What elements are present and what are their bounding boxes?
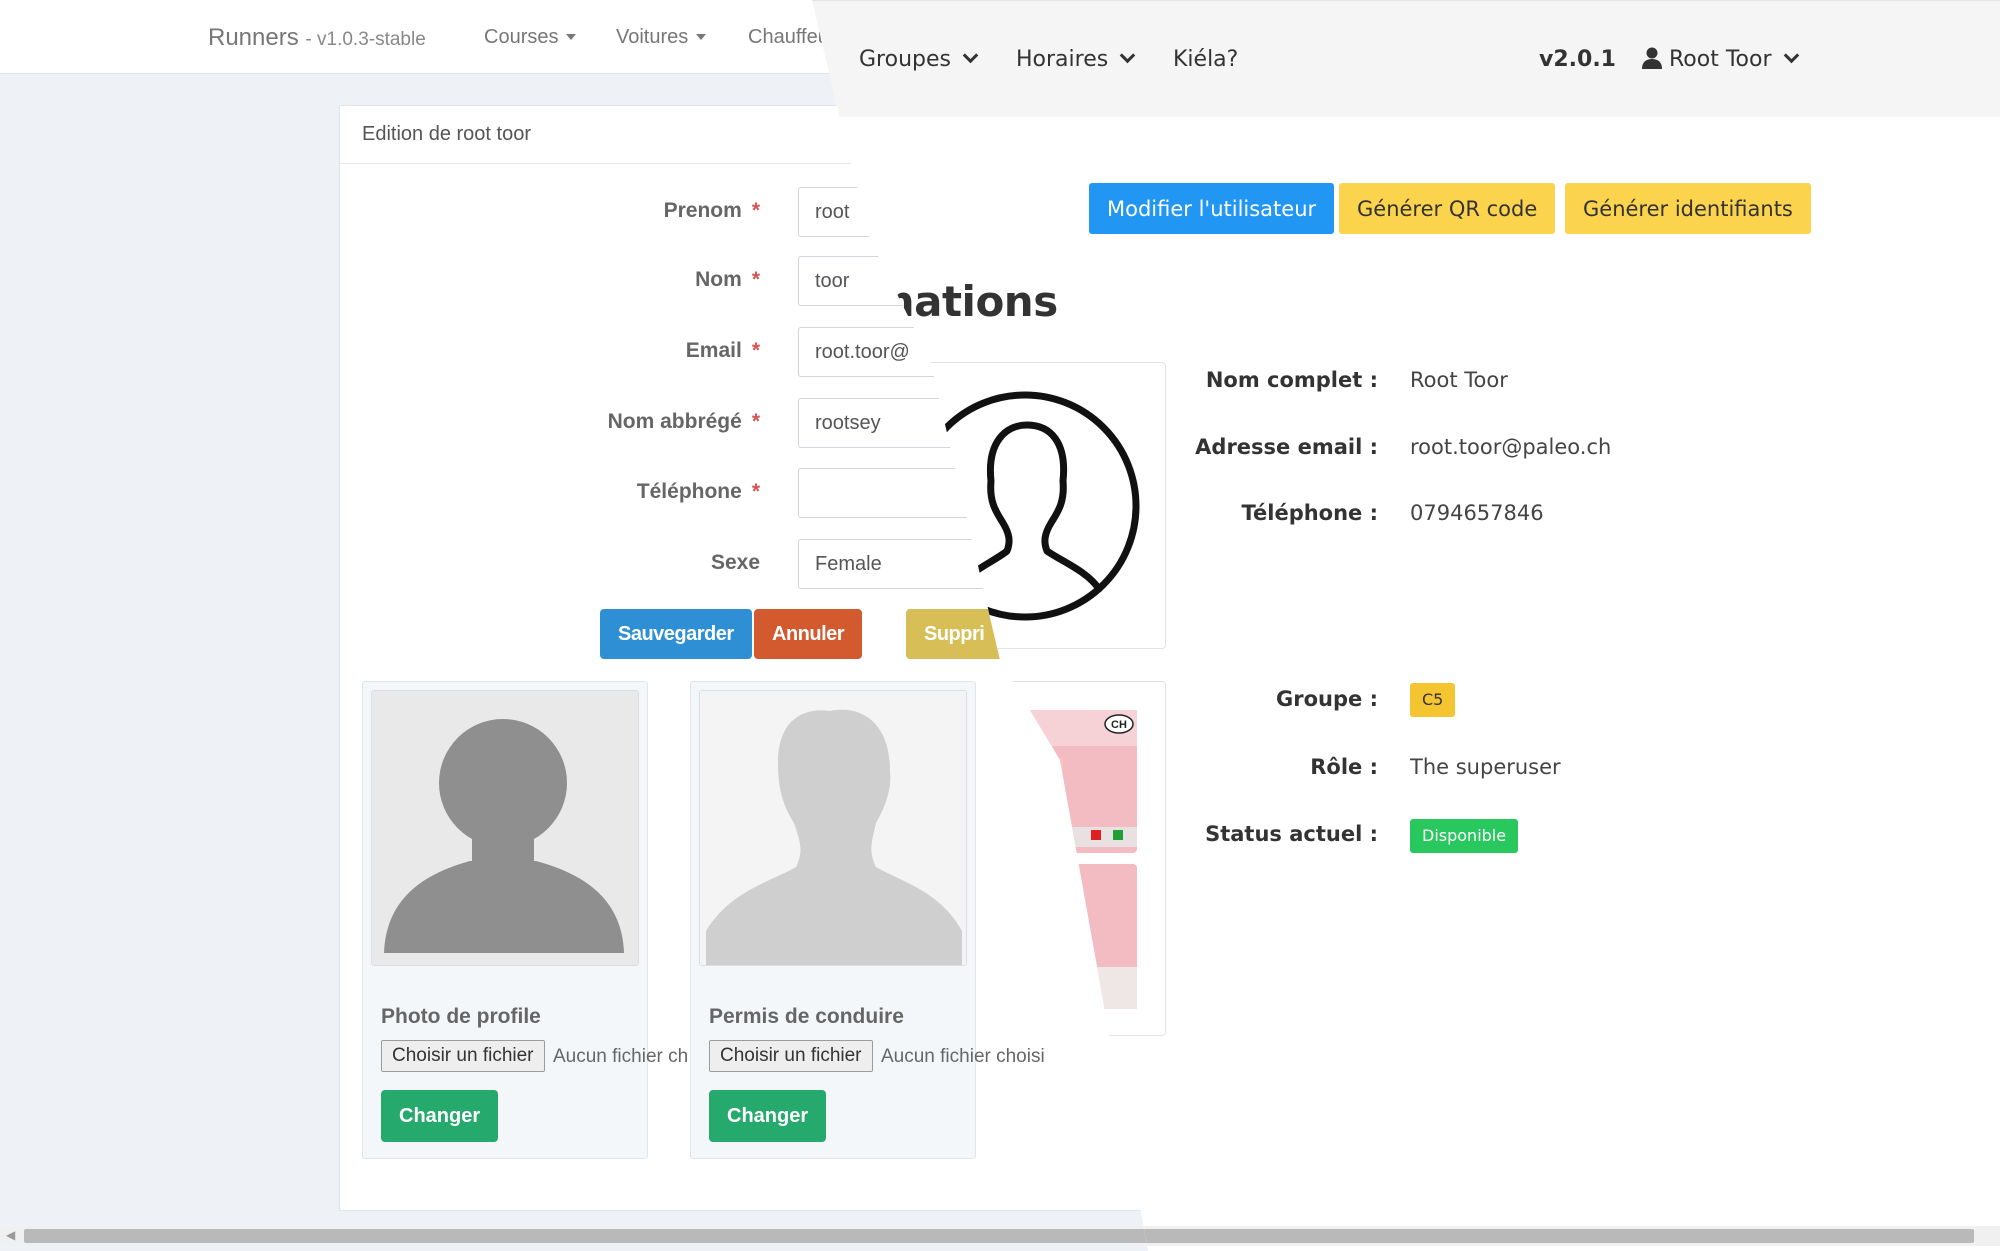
old-nav-courses-label: Courses (484, 26, 559, 48)
generate-qr-button[interactable]: Générer QR code (1339, 183, 1556, 234)
nom-abrege-label-text: Nom abbrégé (607, 410, 742, 433)
license-card-old: Permis de conduire Choisir un fichier Au… (690, 681, 1045, 1159)
save-button[interactable]: Sauvegarder (600, 609, 752, 659)
required-mark: * (751, 480, 760, 503)
old-nav-voitures-label: Voitures (616, 26, 689, 48)
chevron-down-icon (1783, 47, 1799, 64)
phone-label: Téléphone : (1241, 501, 1378, 525)
nav-horaires[interactable]: Horaires (1016, 47, 1136, 72)
old-nav-chauffeurs[interactable]: Chauffeu (748, 26, 829, 49)
sexe-label-text: Sexe (710, 551, 760, 574)
sexe-select-value: Female (815, 553, 882, 575)
nav-horaires-label: Horaires (1016, 47, 1109, 72)
sexe-label: Sexe (460, 551, 760, 575)
phone-value: 0794657846 (1410, 501, 1544, 525)
license-change-button[interactable]: Changer (709, 1090, 827, 1142)
prenom-label: Prenom * (460, 199, 760, 223)
required-mark: * (751, 199, 760, 222)
role-value: The superuser (1410, 755, 1561, 779)
nav-groupes-label: Groupes (859, 47, 951, 72)
user-menu[interactable]: Root Toor (1641, 47, 1799, 72)
user-menu-label: Root Toor (1669, 47, 1772, 72)
profile-placeholder-icon (372, 691, 638, 965)
license-placeholder-icon (700, 691, 966, 965)
required-mark: * (751, 410, 760, 433)
nav-kiela[interactable]: Kiéla? (1173, 47, 1238, 72)
license-file-button[interactable]: Choisir un fichier (709, 1040, 873, 1072)
chevron-down-icon (1119, 47, 1136, 64)
license-thumbnail (699, 690, 967, 966)
required-mark: * (751, 339, 760, 362)
email-label: Adresse email : (1195, 435, 1378, 459)
caret-down-icon (696, 34, 707, 40)
old-brand-name: Runners (208, 24, 299, 51)
app-version: v2.0.1 (1539, 47, 1616, 72)
nom-label: Nom * (460, 268, 760, 292)
profile-photo-thumbnail (371, 690, 639, 966)
profile-photo-change-button[interactable]: Changer (381, 1090, 499, 1142)
profile-photo-card: Photo de profile Choisir un fichier Aucu… (362, 681, 688, 1159)
nom-label-text: Nom (695, 268, 742, 291)
profile-photo-label: Photo de profile (381, 1005, 541, 1028)
telephone-label-text: Téléphone (636, 480, 742, 503)
old-nav-chauffeurs-label: Chauffeu (748, 26, 829, 48)
prenom-label-text: Prenom (663, 199, 742, 222)
nav-groupes[interactable]: Groupes (859, 47, 979, 72)
license-label: Permis de conduire (709, 1005, 904, 1028)
license-file-status: Aucun fichier choisi (881, 1046, 1045, 1067)
group-badge[interactable]: C5 (1410, 683, 1456, 717)
caret-down-icon (566, 34, 577, 40)
email-value: root.toor@paleo.ch (1410, 435, 1612, 459)
user-icon (1642, 47, 1662, 69)
profile-photo-file-button[interactable]: Choisir un fichier (381, 1040, 545, 1072)
email-label-text: Email (685, 339, 742, 362)
profile-photo-file-status: Aucun fichier ch (553, 1046, 689, 1067)
required-mark: * (751, 268, 760, 291)
license-country-code: CH (1111, 719, 1127, 731)
old-nav-courses[interactable]: Courses (484, 26, 577, 49)
group-label: Groupe : (1276, 687, 1378, 711)
cancel-button[interactable]: Annuler (754, 609, 863, 659)
email-label: Email * (460, 339, 760, 363)
old-nav-voitures[interactable]: Voitures (616, 26, 707, 49)
generate-credentials-button[interactable]: Générer identifiants (1565, 183, 1811, 234)
scroll-left-arrow-icon[interactable]: ◀ (6, 1228, 15, 1242)
telephone-label: Téléphone * (460, 480, 760, 504)
chevron-down-icon (962, 47, 979, 64)
modify-user-button[interactable]: Modifier l'utilisateur (1089, 183, 1335, 234)
old-brand[interactable]: Runners - v1.0.3-stable (208, 24, 426, 52)
status-badge: Disponible (1410, 819, 1519, 853)
full-name-label: Nom complet : (1205, 368, 1378, 392)
nom-abrege-label: Nom abbrégé * (460, 410, 760, 434)
full-name-value: Root Toor (1410, 368, 1508, 392)
old-brand-version: - v1.0.3-stable (305, 29, 426, 50)
